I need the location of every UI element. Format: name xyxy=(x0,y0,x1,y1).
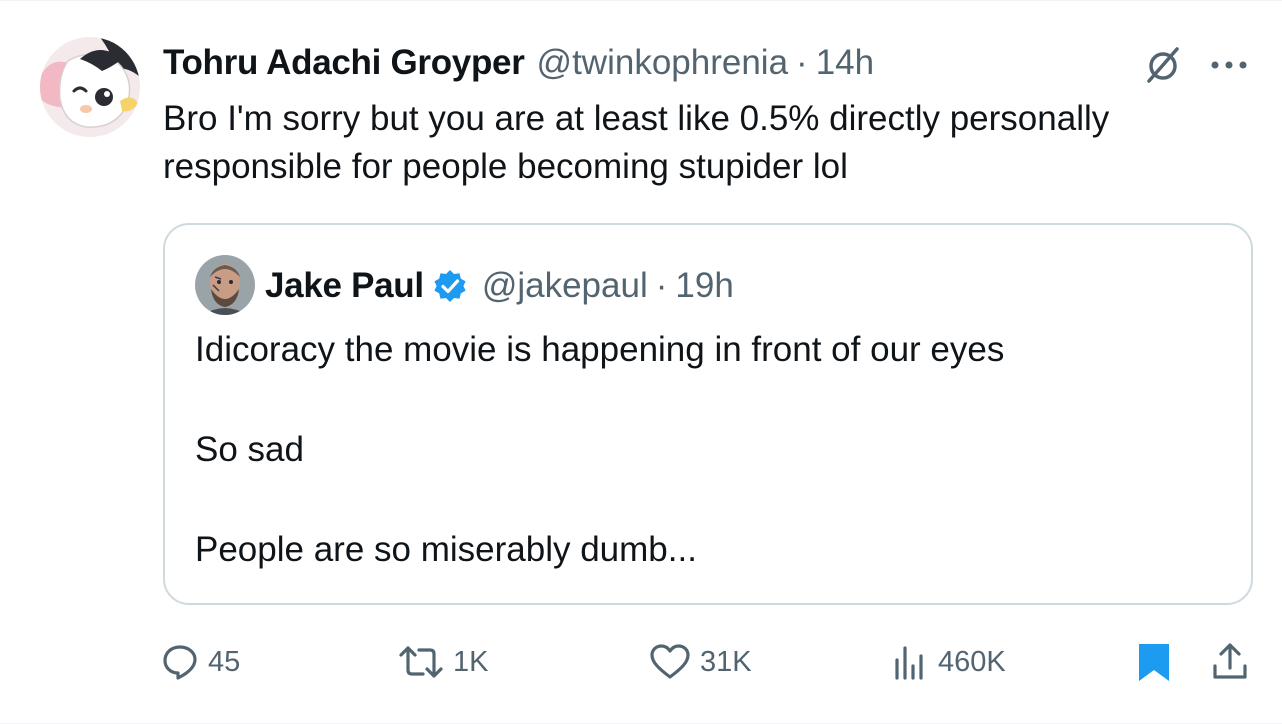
tweet-timestamp[interactable]: 14h xyxy=(816,43,874,83)
tweet-container[interactable]: Tohru Adachi Groyper @twinkophrenia · 14… xyxy=(0,0,1282,724)
quoted-author-handle[interactable]: @jakepaul xyxy=(482,266,648,306)
quoted-paragraph: So sad xyxy=(195,430,304,469)
share-button[interactable] xyxy=(1210,637,1250,687)
like-button[interactable]: 31K xyxy=(648,637,752,687)
share-icon xyxy=(1213,643,1247,679)
reply-button[interactable]: 45 xyxy=(160,637,240,687)
quoted-tweet[interactable]: Jake Paul @jakepaul · 19h Idicoracy the … xyxy=(163,223,1253,605)
repost-icon xyxy=(399,646,443,678)
action-bar: 45 1K 31K 460K xyxy=(160,637,1260,687)
repost-button[interactable]: 1K xyxy=(397,637,488,687)
tweet-text: Bro I'm sorry but you are at least like … xyxy=(163,99,1110,186)
quoted-paragraph: People are so miserably dumb... xyxy=(195,530,697,569)
more-dots-icon xyxy=(1211,61,1247,69)
quoted-paragraph: Idicoracy the movie is happening in fron… xyxy=(195,330,1005,369)
author-handle[interactable]: @twinkophrenia xyxy=(537,43,789,83)
repost-count: 1K xyxy=(453,645,489,678)
tweet-header: Tohru Adachi Groyper @twinkophrenia · 14… xyxy=(163,39,874,87)
reply-count: 45 xyxy=(208,645,241,678)
views-count: 460K xyxy=(938,645,1006,678)
bookmark-icon xyxy=(1139,644,1169,681)
avatar-anime-creature-icon xyxy=(40,37,140,137)
like-icon xyxy=(650,644,690,679)
quoted-header-separator: · xyxy=(655,266,668,305)
header-separator: · xyxy=(796,43,808,82)
views-icon xyxy=(895,646,923,680)
quoted-author-avatar[interactable] xyxy=(195,255,255,315)
grok-button[interactable] xyxy=(1139,41,1187,89)
reply-icon xyxy=(163,645,197,680)
bookmark-button[interactable] xyxy=(1134,637,1174,687)
avatar-photo-icon xyxy=(195,255,255,315)
author-avatar[interactable] xyxy=(40,37,140,137)
more-options-button[interactable] xyxy=(1205,41,1253,89)
verified-badge-icon xyxy=(432,268,468,304)
quoted-tweet-header: Jake Paul @jakepaul · 19h xyxy=(265,261,734,311)
like-count: 31K xyxy=(700,645,752,678)
grok-icon xyxy=(1147,47,1179,83)
quoted-tweet-timestamp[interactable]: 19h xyxy=(675,266,733,306)
views-button[interactable]: 460K xyxy=(890,637,1006,687)
quoted-author-name[interactable]: Jake Paul xyxy=(265,266,424,306)
quoted-tweet-text: Idicoracy the movie is happening in fron… xyxy=(195,325,1215,575)
author-name[interactable]: Tohru Adachi Groyper xyxy=(163,43,525,83)
